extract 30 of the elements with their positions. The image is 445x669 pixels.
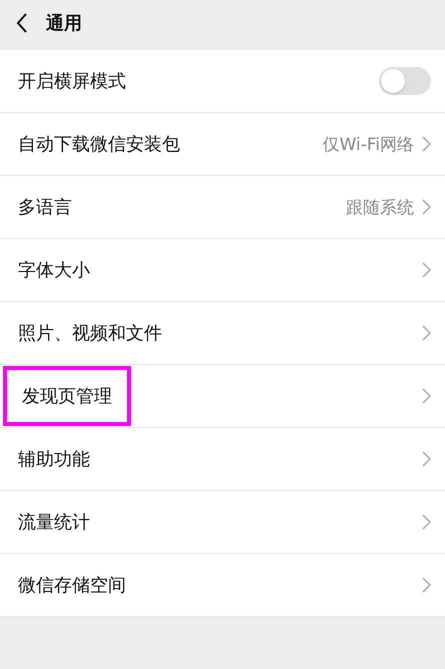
settings-row[interactable]: 微信存储空间 <box>0 554 445 617</box>
settings-row[interactable]: 开启横屏模式 <box>0 50 445 113</box>
settings-row[interactable]: 辅助功能 <box>0 428 445 491</box>
settings-row[interactable]: 字体大小 <box>0 239 445 302</box>
row-label: 自动下载微信安装包 <box>18 133 181 156</box>
settings-row[interactable]: 流量统计 <box>0 491 445 554</box>
toggle-switch[interactable] <box>379 67 431 95</box>
row-label: 辅助功能 <box>18 448 91 471</box>
chevron-right-icon <box>422 577 431 593</box>
settings-row[interactable]: 自动下载微信安装包 仅Wi-Fi网络 <box>0 113 445 176</box>
settings-row[interactable]: 多语言 跟随系统 <box>0 176 445 239</box>
settings-row[interactable]: 照片、视频和文件 <box>0 302 445 365</box>
settings-row[interactable]: 发现页管理 <box>0 365 445 428</box>
page-title: 通用 <box>46 12 82 35</box>
chevron-right-icon <box>422 388 431 404</box>
chevron-right-icon <box>422 262 431 278</box>
row-value: 仅Wi-Fi网络 <box>322 134 414 156</box>
row-label: 字体大小 <box>18 259 91 282</box>
row-label: 多语言 <box>18 196 73 219</box>
row-value: 跟随系统 <box>346 196 414 218</box>
chevron-right-icon <box>422 325 431 341</box>
row-label: 开启横屏模式 <box>18 70 127 93</box>
chevron-right-icon <box>422 514 431 530</box>
row-label: 发现页管理 <box>3 366 131 426</box>
row-label: 照片、视频和文件 <box>18 322 163 345</box>
row-label: 微信存储空间 <box>18 574 127 597</box>
chevron-right-icon <box>422 451 431 467</box>
row-label: 流量统计 <box>18 511 91 534</box>
chevron-right-icon <box>422 199 431 215</box>
chevron-right-icon <box>422 136 431 152</box>
